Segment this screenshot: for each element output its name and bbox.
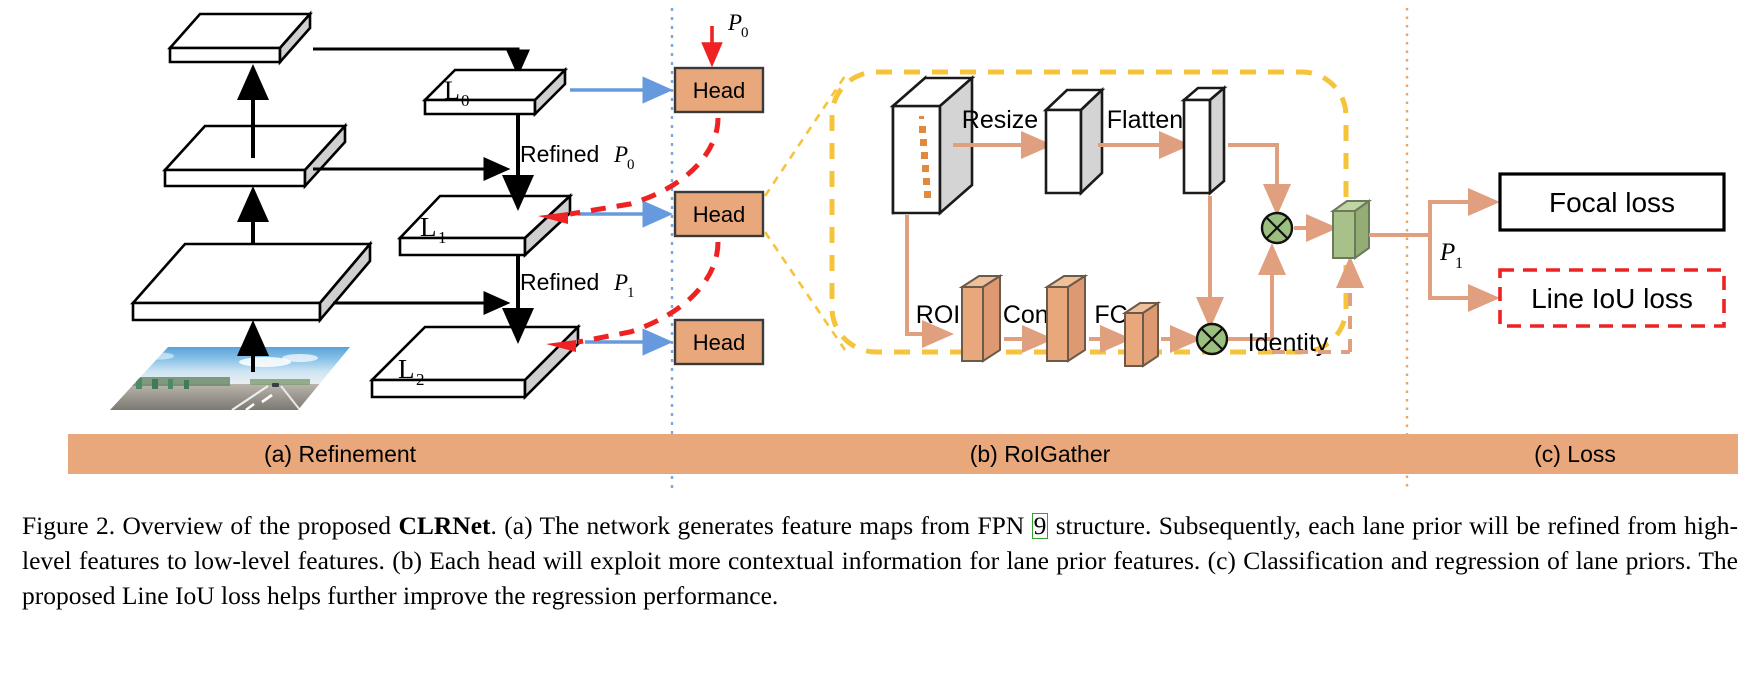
caption-text-2: . (a) The network generates feature maps… xyxy=(490,511,1032,540)
roi-label: ROI xyxy=(916,301,960,329)
roigather-output-block xyxy=(1329,199,1373,260)
plate-label-L2-sub: 2 xyxy=(416,370,425,389)
feature-plate-L2: L 2 xyxy=(368,323,582,401)
caption-model-name: CLRNet xyxy=(398,511,491,540)
refined-p1-sub: 1 xyxy=(627,285,635,301)
roi-branch-path: ROI xyxy=(905,215,960,348)
multiply-node-upper xyxy=(1260,211,1294,245)
mul-lower-to-upper-path: Identity xyxy=(1228,243,1329,357)
roi-flattened-vector xyxy=(1180,85,1228,196)
focal-loss-box[interactable]: Focal loss xyxy=(1498,172,1726,232)
refined-p1-base: P xyxy=(613,270,628,295)
head-box-2[interactable]: Head xyxy=(673,318,765,366)
input-image xyxy=(110,347,350,410)
refined-p1-prefix: Refined xyxy=(520,269,599,295)
line-iou-loss-box[interactable]: Line IoU loss xyxy=(1498,268,1726,328)
multiply-node-lower xyxy=(1195,322,1229,356)
caption-text-1: Overview of the proposed xyxy=(122,511,399,540)
section-label-b: (b) RoIGather xyxy=(970,441,1111,467)
head-box-0-label: Head xyxy=(693,78,746,103)
head-box-2-label: Head xyxy=(693,330,746,355)
prior-input-label: P xyxy=(727,10,742,35)
plate-to-head-arrows xyxy=(570,76,674,356)
plate-label-L0: L xyxy=(444,76,460,105)
conv-block xyxy=(1043,274,1089,363)
fc-block xyxy=(1121,301,1162,368)
identity-label: Identity xyxy=(1248,329,1329,357)
clrnet-architecture-diagram: L 0 L 1 L 2 Head Head Head P 0 Refined P… xyxy=(68,8,1738,492)
fc-label: FC xyxy=(1094,301,1127,329)
loss-branch-paths: P 1 xyxy=(1369,188,1500,312)
resize-label: Resize xyxy=(962,106,1038,134)
citation-link-9[interactable]: 9 xyxy=(1031,513,1049,540)
output-prior-label: P xyxy=(1439,239,1455,266)
plate-label-L2: L xyxy=(398,354,415,384)
fpn-plate-bottom xyxy=(130,240,373,324)
refined-p0-base: P xyxy=(613,142,628,167)
head-box-1[interactable]: Head xyxy=(673,190,765,238)
figure-container: L 0 L 1 L 2 Head Head Head P 0 Refined P… xyxy=(0,0,1756,688)
focal-loss-label: Focal loss xyxy=(1549,187,1675,218)
plate-label-L1-sub: 1 xyxy=(438,228,447,247)
prior-input-arrow: P 0 xyxy=(701,10,749,68)
section-label-c: (c) Loss xyxy=(1534,441,1616,467)
figure-number: Figure 2. xyxy=(22,511,116,540)
fc-step: FC xyxy=(1089,301,1132,353)
roi-resized-map xyxy=(1042,86,1106,197)
head-box-1-label: Head xyxy=(693,202,746,227)
flatten-label: Flatten xyxy=(1107,106,1183,134)
plate-label-L1: L xyxy=(420,212,437,242)
prior-input-sublabel: 0 xyxy=(741,25,749,41)
line-iou-loss-label: Line IoU loss xyxy=(1531,283,1693,314)
flatten-top-to-upper-mul xyxy=(1228,143,1291,216)
fpn-plate-top xyxy=(167,10,313,66)
feature-plate-L0: L 0 xyxy=(421,66,569,118)
section-label-bar: (a) Refinement (b) RoIGather (c) Loss xyxy=(68,434,1738,474)
figure-caption: Figure 2. Overview of the proposed CLRNe… xyxy=(22,508,1738,613)
refined-p0-prefix: Refined xyxy=(520,141,599,167)
feature-plate-L1: L 1 xyxy=(396,193,574,258)
output-prior-sublabel: 1 xyxy=(1455,255,1463,272)
roi-block xyxy=(958,274,1004,363)
flatten-step: Flatten xyxy=(1098,106,1191,159)
refined-p0-sub: 0 xyxy=(627,157,635,173)
section-label-a: (a) Refinement xyxy=(264,441,417,467)
head-box-0[interactable]: Head xyxy=(673,66,765,114)
plate-label-L0-sub: 0 xyxy=(461,91,470,110)
